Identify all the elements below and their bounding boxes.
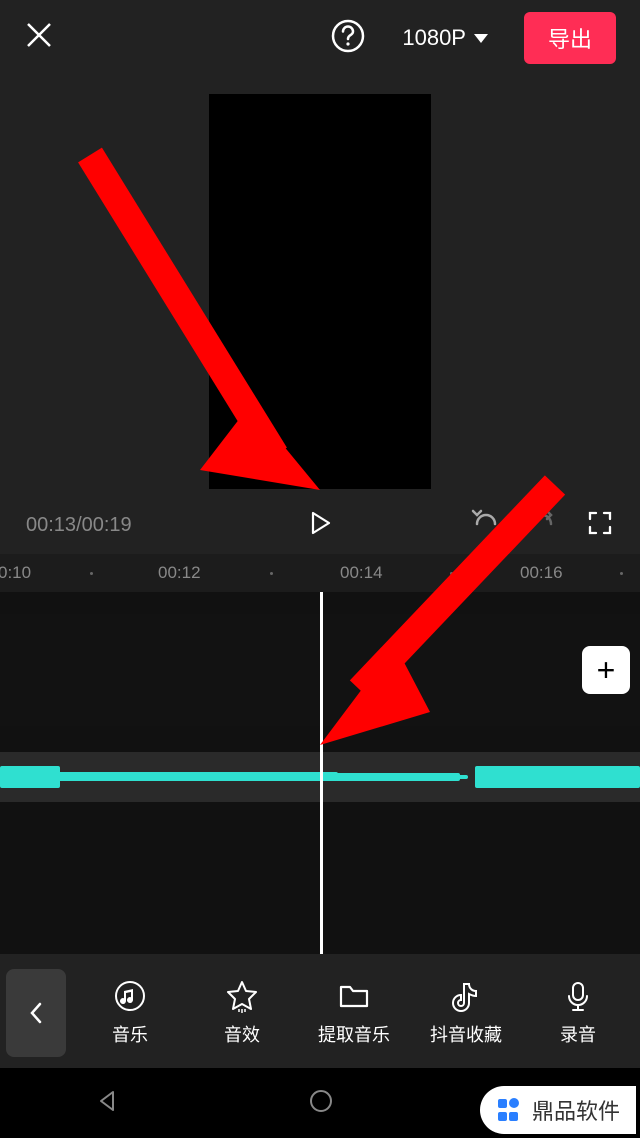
- mic-icon: [561, 979, 595, 1013]
- add-clip-button[interactable]: +: [582, 646, 630, 694]
- ruler-tick: 0:10: [0, 563, 31, 583]
- resolution-selector[interactable]: 1080P: [384, 17, 506, 59]
- watermark: 鼎品软件: [480, 1086, 636, 1134]
- folder-icon: [337, 979, 371, 1013]
- tool-label: 音乐: [112, 1021, 148, 1047]
- chevron-down-icon: [474, 34, 488, 43]
- audio-toolbar: 音乐 音效 提取音乐 抖音收藏 录音: [0, 958, 640, 1068]
- tool-music[interactable]: 音乐: [74, 979, 186, 1047]
- tool-record[interactable]: 录音: [522, 979, 634, 1047]
- ruler-dot: [620, 572, 623, 575]
- time-display: 00:13/00:19: [26, 514, 132, 537]
- preview-area: [0, 76, 640, 496]
- tool-label: 录音: [560, 1021, 596, 1047]
- ruler-dot: [90, 572, 93, 575]
- timeline-ruler[interactable]: 0:10 00:12 00:14 00:16: [0, 554, 640, 592]
- tool-extract[interactable]: 提取音乐: [298, 979, 410, 1047]
- music-icon: [113, 979, 147, 1013]
- tool-douyin-fav[interactable]: 抖音收藏: [410, 979, 522, 1047]
- watermark-logo-icon: [494, 1095, 524, 1125]
- help-icon[interactable]: [330, 18, 366, 59]
- timeline[interactable]: 0:10 00:12 00:14 00:16 +: [0, 554, 640, 954]
- back-button[interactable]: [6, 969, 66, 1057]
- watermark-text: 鼎品软件: [532, 1094, 620, 1126]
- douyin-icon: [449, 979, 483, 1013]
- ruler-tick: 00:12: [158, 563, 201, 583]
- undo-button[interactable]: [470, 508, 500, 543]
- ruler-tick: 00:16: [520, 563, 563, 583]
- tool-sfx[interactable]: 音效: [186, 979, 298, 1047]
- tool-label: 提取音乐: [318, 1021, 390, 1047]
- fullscreen-button[interactable]: [586, 509, 614, 542]
- nav-home[interactable]: [307, 1087, 335, 1120]
- play-controls: 00:13/00:19: [0, 496, 640, 554]
- tool-label: 音效: [224, 1021, 260, 1047]
- ruler-dot: [450, 572, 453, 575]
- video-preview[interactable]: [209, 94, 431, 489]
- nav-back[interactable]: [94, 1088, 120, 1119]
- ruler-dot: [270, 572, 273, 575]
- play-button[interactable]: [306, 509, 334, 542]
- redo-button[interactable]: [528, 508, 558, 543]
- star-icon: [225, 979, 259, 1013]
- resolution-label: 1080P: [402, 25, 466, 51]
- ruler-tick: 00:14: [340, 563, 383, 583]
- close-button[interactable]: [24, 17, 54, 60]
- export-button[interactable]: 导出: [524, 12, 616, 64]
- tool-label: 抖音收藏: [430, 1021, 502, 1047]
- playhead[interactable]: [320, 592, 323, 954]
